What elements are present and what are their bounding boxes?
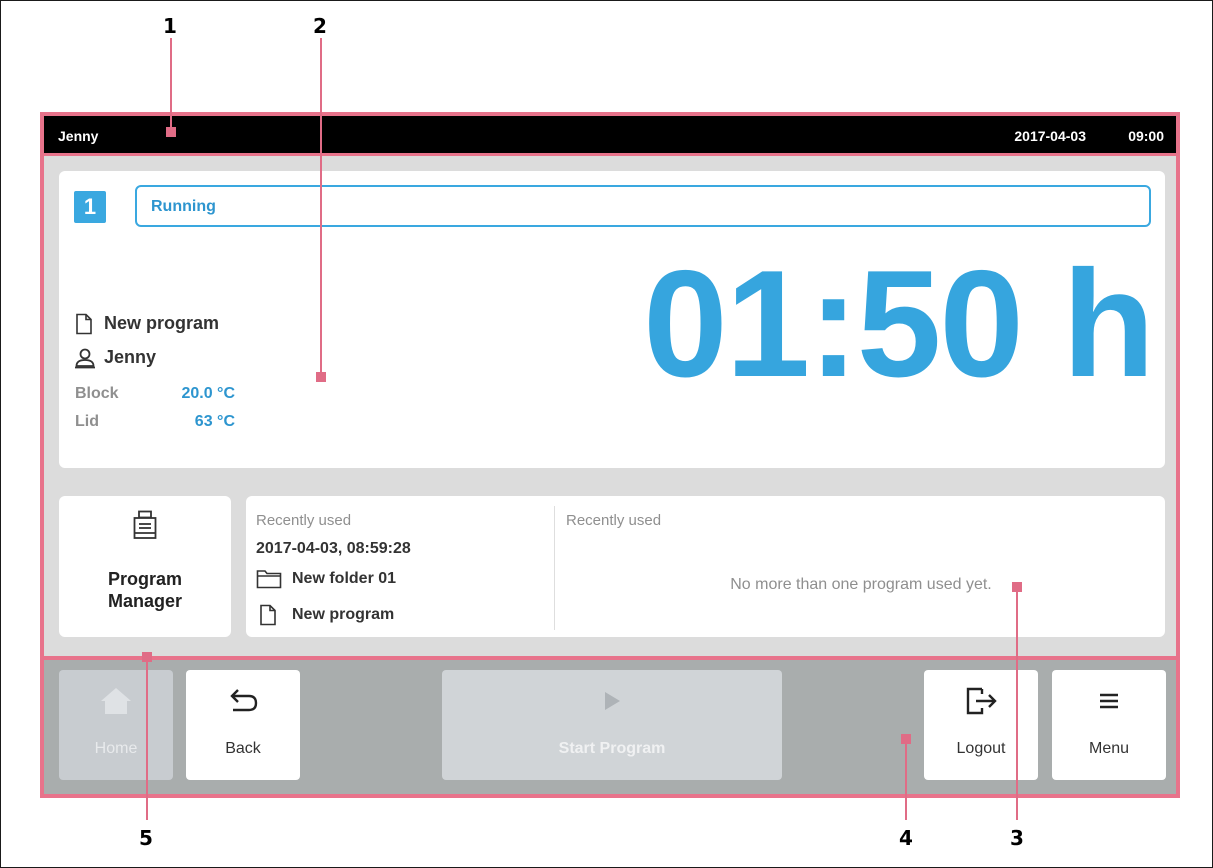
callout-2-line xyxy=(320,38,322,378)
menu-icon xyxy=(1100,693,1118,709)
callout-4-line xyxy=(905,740,907,820)
callout-2-marker xyxy=(316,372,326,382)
callout-5: 5 xyxy=(139,826,153,850)
play-icon xyxy=(605,692,620,710)
recent-empty-message: No more than one program used yet. xyxy=(730,576,992,593)
start-program-button[interactable]: Start Program xyxy=(442,670,782,780)
lid-label: Lid xyxy=(75,413,99,430)
recent-folder-name: New folder 01 xyxy=(292,570,397,587)
callout-1-marker xyxy=(166,127,176,137)
callout-5-line xyxy=(146,660,148,820)
callout-4: 4 xyxy=(899,826,913,850)
menu-label: Menu xyxy=(1088,740,1130,757)
logout-label: Logout xyxy=(956,740,1006,757)
logout-button[interactable]: Logout xyxy=(924,670,1038,780)
home-label: Home xyxy=(94,740,138,757)
run-status-field[interactable]: Running xyxy=(135,185,1151,227)
run-status-panel: 1 Running 01:50 h New program Jenny Bloc… xyxy=(59,171,1165,468)
program-manager-label-line2: Manager xyxy=(107,591,183,611)
program-manager-button[interactable]: Program Manager xyxy=(59,496,231,637)
block-label: Block xyxy=(75,385,119,402)
back-button[interactable]: Back xyxy=(186,670,300,780)
back-label: Back xyxy=(225,740,261,757)
status-bar-user: Jenny xyxy=(58,128,99,144)
recently-used-panel: Recently used 2017-04-03, 08:59:28 New f… xyxy=(246,496,1165,637)
document-icon xyxy=(260,604,276,626)
home-icon xyxy=(101,688,131,714)
device-screen: Jenny 2017-04-03 09:00 1 Running 01:50 h… xyxy=(40,112,1180,798)
callout-1: 1 xyxy=(163,14,177,38)
printer-icon xyxy=(133,510,157,539)
navigation-bar: Home Back Start Program Logout Menu xyxy=(44,656,1176,794)
remaining-time: 01:50 h xyxy=(643,239,1155,409)
status-bar: Jenny 2017-04-03 09:00 xyxy=(44,116,1176,156)
user-icon xyxy=(75,348,95,369)
callout-1-line xyxy=(170,38,172,133)
menu-button[interactable]: Menu xyxy=(1052,670,1166,780)
folder-icon xyxy=(256,570,282,589)
block-temperature: 20.0 °C xyxy=(181,385,235,402)
back-arrow-icon xyxy=(230,689,258,712)
program-name: New program xyxy=(104,313,220,333)
callout-5-marker xyxy=(142,652,152,662)
status-bar-time: 09:00 xyxy=(1128,128,1164,144)
recent-timestamp: 2017-04-03, 08:59:28 xyxy=(256,540,411,557)
recent-divider xyxy=(554,506,555,630)
callout-3: 3 xyxy=(1010,826,1024,850)
lid-temperature: 63 °C xyxy=(194,413,235,430)
callout-2: 2 xyxy=(313,14,327,38)
status-bar-date: 2017-04-03 xyxy=(1014,128,1086,144)
home-button[interactable]: Home xyxy=(59,670,173,780)
document-icon xyxy=(76,313,92,335)
start-program-label: Start Program xyxy=(558,740,666,757)
callout-4-marker xyxy=(901,734,911,744)
callout-3-marker xyxy=(1012,582,1022,592)
user-name: Jenny xyxy=(104,347,157,367)
main-area: 1 Running 01:50 h New program Jenny Bloc… xyxy=(44,156,1176,656)
recent-heading-left: Recently used xyxy=(256,512,352,529)
slot-number: 1 xyxy=(74,191,106,223)
callout-3-line xyxy=(1016,588,1018,820)
program-manager-label-line1: Program xyxy=(107,569,183,589)
recent-heading-right: Recently used xyxy=(566,512,662,529)
recent-program-name: New program xyxy=(292,606,395,623)
program-manager-label: Program Manager xyxy=(59,568,231,612)
logout-icon xyxy=(966,687,997,715)
